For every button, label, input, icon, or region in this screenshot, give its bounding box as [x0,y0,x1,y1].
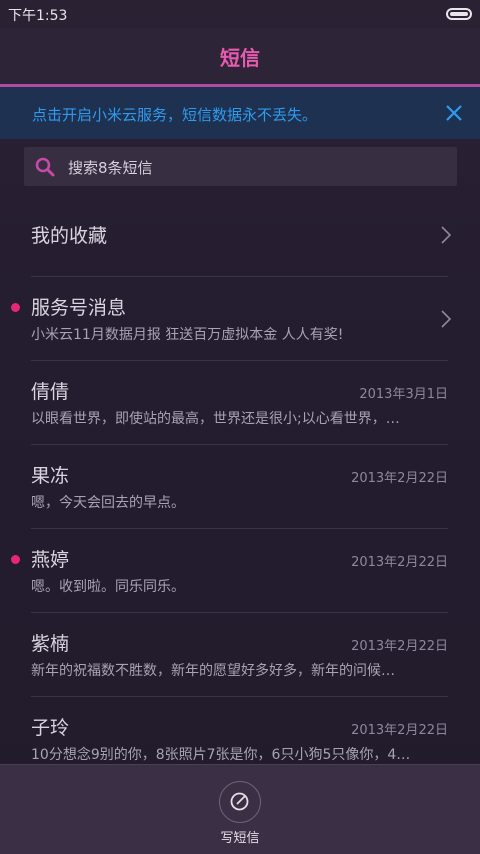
status-bar: 下午1:53 [0,0,480,28]
compose-button[interactable] [219,781,261,823]
conversation-name: 倩倩 [31,381,70,403]
search-placeholder: 搜索8条短信 [68,159,153,177]
conversation-item[interactable]: 倩倩 2013年3月1日 以眼看世界，即使站的最高，世界还是很小;以心看世界，… [0,361,480,445]
close-icon[interactable] [442,101,466,125]
cloud-notice-banner[interactable]: 点击开启小米云服务，短信数据永不丢失。 [0,87,480,139]
favorites-label: 我的收藏 [31,225,108,247]
conversation-name: 子玲 [31,717,70,739]
conversation-date: 2013年2月22日 [351,639,448,654]
conversation-preview: 嗯。收到啦。同乐同乐。 [31,579,185,595]
conversation-date: 2013年2月22日 [351,555,448,570]
favorites-item[interactable]: 我的收藏 [0,193,480,277]
conversation-item[interactable]: 紫楠 2013年2月22日 新年的祝福数不胜数，新年的愿望好多好多，新年的问候… [0,613,480,697]
battery-icon [446,8,472,20]
conversation-name: 紫楠 [31,633,70,655]
conversation-preview: 10分想念9别的你，8张照片7张是你，6只小狗5只像你，4… [31,747,411,763]
conversation-name: 燕婷 [31,549,70,571]
conversation-preview: 小米云11月数据月报 狂送百万虚拟本金 人人有奖! [31,327,344,343]
conversation-preview: 嗯，今天会回去的早点。 [31,495,185,511]
conversation-item[interactable]: 服务号消息 小米云11月数据月报 狂送百万虚拟本金 人人有奖! [0,277,480,361]
conversation-item[interactable]: 果冻 2013年2月22日 嗯，今天会回去的早点。 [0,445,480,529]
search-input[interactable]: 搜索8条短信 [24,147,457,186]
unread-dot [11,555,20,564]
chevron-right-icon [441,226,452,244]
bottom-toolbar: 写短信 [0,764,480,854]
cloud-notice-text[interactable]: 点击开启小米云服务，短信数据永不丢失。 [32,104,317,125]
header: 短信 [0,28,480,84]
conversation-name: 服务号消息 [31,297,127,319]
compose-icon [230,792,249,811]
conversation-date: 2013年2月22日 [351,723,448,738]
unread-dot [11,303,20,312]
conversation-date: 2013年3月1日 [359,387,448,402]
conversation-preview: 以眼看世界，即使站的最高，世界还是很小;以心看世界，… [31,411,400,427]
page-title: 短信 [220,46,260,70]
compose-label[interactable]: 写短信 [0,827,480,846]
conversation-name: 果冻 [31,465,70,487]
conversation-item[interactable]: 燕婷 2013年2月22日 嗯。收到啦。同乐同乐。 [0,529,480,613]
conversation-date: 2013年2月22日 [351,471,448,486]
status-time: 下午1:53 [8,8,68,24]
conversation-preview: 新年的祝福数不胜数，新年的愿望好多好多，新年的问候… [31,663,395,679]
search-icon [35,157,55,177]
